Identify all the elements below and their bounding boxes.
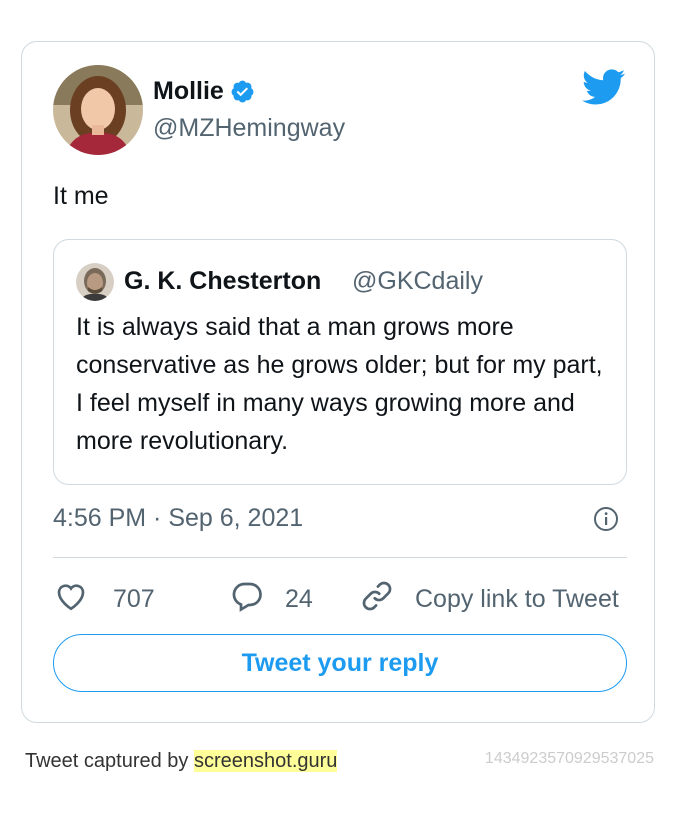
action-bar: 707 24 Copy link to Tweet — [53, 578, 633, 618]
heart-icon — [53, 578, 89, 621]
quoted-tweet-text: It is always said that a man grows more … — [76, 313, 603, 455]
screenshot-guru-link[interactable]: screenshot.guru — [194, 750, 338, 772]
speech-bubble-icon — [229, 578, 265, 621]
author-handle[interactable]: @MZHemingway — [153, 114, 345, 143]
quoted-author-handle: @GKCdaily — [352, 267, 483, 295]
tweet-your-reply-button[interactable]: Tweet your reply — [53, 634, 627, 692]
capture-caption-prefix: Tweet captured by — [25, 750, 189, 772]
quoted-author-name: G. K. Chesterton — [124, 267, 322, 295]
copy-link-label: Copy link to Tweet — [415, 585, 619, 613]
tweet-card: Mollie @MZHemingway It me G. K. Chestert… — [21, 41, 655, 723]
divider — [53, 557, 627, 558]
like-button[interactable]: 707 — [53, 578, 155, 621]
twitter-bird-icon[interactable] — [580, 68, 626, 106]
tweet-text: It me — [53, 182, 109, 210]
info-icon[interactable] — [593, 506, 619, 532]
verified-badge-icon — [230, 79, 255, 104]
capture-caption: Tweet captured by screenshot.guru — [25, 750, 338, 773]
reply-count: 24 — [285, 585, 313, 613]
quoted-tweet[interactable]: G. K. Chesterton @GKCdaily It is always … — [53, 239, 627, 485]
tweet-id: 1434923570929537025 — [484, 750, 654, 767]
author-name[interactable]: Mollie — [153, 77, 255, 106]
quoted-author-avatar — [76, 263, 114, 301]
link-icon — [359, 578, 395, 621]
reply-button[interactable]: 24 — [229, 578, 313, 621]
tweet-timestamp[interactable]: 4:56 PM · Sep 6, 2021 — [53, 504, 303, 533]
like-count: 707 — [113, 585, 155, 613]
author-avatar[interactable] — [53, 65, 143, 155]
author-name-text: Mollie — [153, 77, 224, 105]
copy-link-button[interactable]: Copy link to Tweet — [359, 578, 619, 621]
